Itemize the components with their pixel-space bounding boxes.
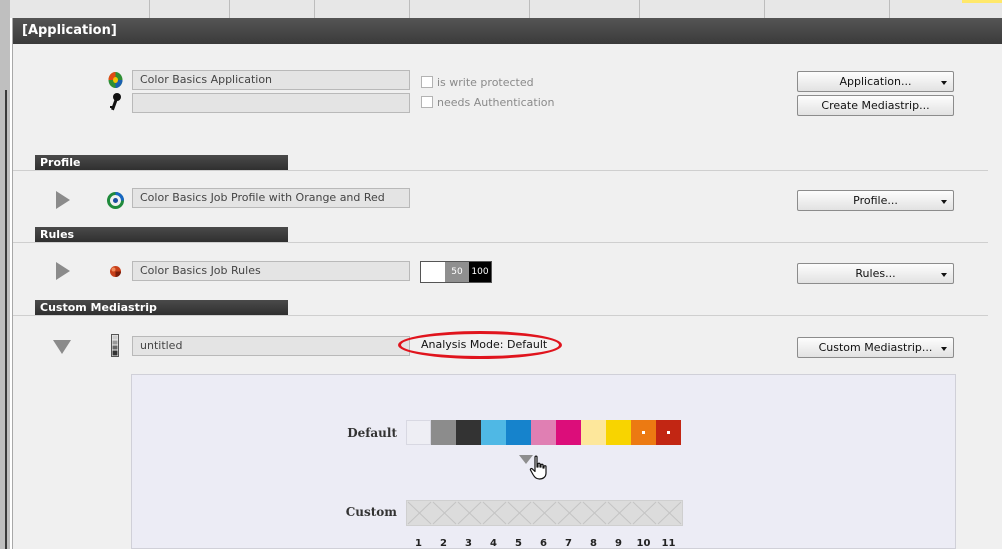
create-mediastrip-button-label: Create Mediastrip... xyxy=(821,99,930,112)
rules-gauge-50: 50 xyxy=(445,262,469,282)
empty-patch-slot[interactable] xyxy=(507,501,532,525)
default-patch[interactable] xyxy=(456,420,481,445)
profile-button[interactable]: Profile... xyxy=(797,190,954,211)
authentication-field[interactable] xyxy=(132,93,410,113)
rules-field[interactable]: Color Basics Job Rules xyxy=(132,261,410,281)
empty-patch-slot[interactable] xyxy=(432,501,457,525)
color-basics-app-icon xyxy=(107,71,124,89)
patch-number: 10 xyxy=(636,538,651,549)
empty-patch-slot[interactable] xyxy=(582,501,607,525)
expand-triangle-icon[interactable] xyxy=(56,191,70,209)
patch-number: 1 xyxy=(415,538,422,549)
chevron-down-icon xyxy=(941,347,947,351)
patch-number: 6 xyxy=(540,538,547,549)
empty-patch-slot[interactable] xyxy=(457,501,482,525)
default-patch[interactable] xyxy=(431,420,456,445)
rules-gauge: 50 100 xyxy=(420,261,492,283)
patch-number: 8 xyxy=(590,538,597,549)
custom-patch-row[interactable] xyxy=(406,500,683,526)
default-patch[interactable] xyxy=(556,420,581,445)
empty-patch-slot[interactable] xyxy=(482,501,507,525)
default-patch[interactable] xyxy=(606,420,631,445)
default-patch[interactable] xyxy=(406,420,431,445)
default-patch[interactable] xyxy=(531,420,556,445)
default-patch[interactable] xyxy=(481,420,506,445)
default-patch[interactable] xyxy=(581,420,606,445)
needs-auth-label: needs Authentication xyxy=(437,95,555,109)
key-icon xyxy=(108,92,122,112)
custom-mediastrip-button[interactable]: Custom Mediastrip... xyxy=(797,337,954,358)
collapse-triangle-icon[interactable] xyxy=(53,340,71,354)
write-protected-label: is write protected xyxy=(437,75,534,89)
patch-number: 3 xyxy=(465,538,472,549)
patch-number: 9 xyxy=(615,538,622,549)
default-row-label: Default xyxy=(347,426,397,440)
top-window-strip xyxy=(0,0,1002,18)
left-scroll-edge xyxy=(0,0,10,549)
mediastrip-icon xyxy=(111,334,119,357)
application-name-field[interactable]: Color Basics Application xyxy=(132,70,410,90)
profile-section-header: Profile xyxy=(13,155,988,171)
rules-ball-icon xyxy=(109,265,122,278)
rules-button[interactable]: Rules... xyxy=(797,263,954,284)
patch-number: 5 xyxy=(515,538,522,549)
hand-cursor-icon xyxy=(528,455,552,481)
application-button-label: Application... xyxy=(839,75,912,88)
profile-section-title: Profile xyxy=(35,155,288,171)
chevron-down-icon xyxy=(941,200,947,204)
analysis-mode-label[interactable]: Analysis Mode: Default xyxy=(421,337,547,353)
patch-number: 4 xyxy=(490,538,497,549)
rules-section-header: Rules xyxy=(13,227,988,243)
empty-patch-slot[interactable] xyxy=(607,501,632,525)
empty-patch-slot[interactable] xyxy=(532,501,557,525)
chevron-down-icon xyxy=(941,81,947,85)
profile-button-label: Profile... xyxy=(853,194,898,207)
custom-row-label: Custom xyxy=(345,505,397,519)
default-patch[interactable] xyxy=(656,420,681,445)
patch-number: 7 xyxy=(565,538,572,549)
write-protected-checkbox[interactable] xyxy=(421,76,433,88)
needs-auth-checkbox[interactable] xyxy=(421,96,433,108)
expand-triangle-icon[interactable] xyxy=(56,262,70,280)
custom-mediastrip-button-label: Custom Mediastrip... xyxy=(818,341,933,354)
default-patch[interactable] xyxy=(506,420,531,445)
mediastrip-name-field[interactable]: untitled xyxy=(132,336,410,356)
chevron-down-icon xyxy=(941,273,947,277)
create-mediastrip-button[interactable]: Create Mediastrip... xyxy=(797,95,954,116)
empty-patch-slot[interactable] xyxy=(657,501,682,525)
application-panel: [Application] Color Basics Application i… xyxy=(12,18,1002,549)
application-header: [Application] xyxy=(13,18,1002,44)
default-patch[interactable] xyxy=(631,420,656,445)
rules-gauge-100: 100 xyxy=(469,262,491,282)
rules-button-label: Rules... xyxy=(855,267,896,280)
custom-mediastrip-section-header: Custom Mediastrip xyxy=(13,300,988,316)
empty-patch-slot[interactable] xyxy=(407,501,432,525)
custom-mediastrip-section-title: Custom Mediastrip xyxy=(35,300,288,316)
profile-swirl-icon xyxy=(107,192,124,209)
patch-number: 11 xyxy=(661,538,676,549)
profile-field[interactable]: Color Basics Job Profile with Orange and… xyxy=(132,188,410,208)
needs-auth-row: needs Authentication xyxy=(421,95,554,109)
patch-number: 2 xyxy=(440,538,447,549)
empty-patch-slot[interactable] xyxy=(632,501,657,525)
rules-section-title: Rules xyxy=(35,227,288,243)
empty-patch-slot[interactable] xyxy=(557,501,582,525)
application-button[interactable]: Application... xyxy=(797,71,954,92)
write-protected-row: is write protected xyxy=(421,75,534,89)
